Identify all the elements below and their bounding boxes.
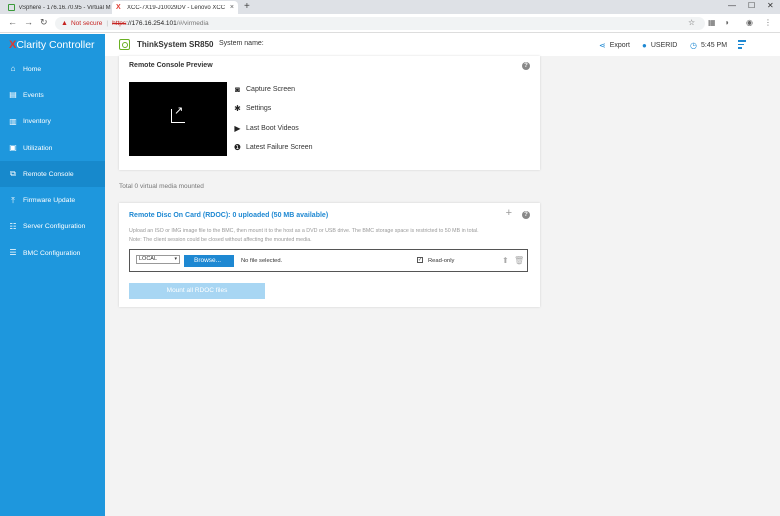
open-external-icon — [171, 104, 185, 123]
console-preview-screen[interactable] — [129, 82, 227, 156]
sidebar: ⌂ Home ▤ Events ▥ Inventory ▣ Utilization ⧉ R… — [0, 56, 105, 516]
clock: ◷ 5:45 PM — [690, 41, 728, 50]
rdoc-card: Remote Disc On Card (RDOC): 0 uploaded (… — [119, 203, 540, 307]
window-close-icon[interactable]: ✕ — [767, 1, 774, 10]
camera-icon: ◙ — [235, 85, 240, 94]
utilization-icon: ▣ — [9, 143, 17, 153]
remote-console-preview-card: Remote Console Preview ? ◙Capture Screen… — [119, 56, 540, 170]
clock-icon: ◷ — [690, 41, 697, 50]
extension-icon[interactable]: ▦ — [708, 18, 716, 27]
remote-console-icon: ⧉ — [10, 169, 16, 179]
share-icon: ⋖ — [599, 41, 606, 50]
sidebar-item-events[interactable]: ▤ Events — [0, 82, 105, 108]
sidebar-item-utilization[interactable]: ▣ Utilization — [0, 135, 105, 161]
sidebar-item-server-configuration[interactable]: ☷ Server Configuration — [0, 214, 105, 240]
lenovo-favicon-icon: X — [116, 4, 121, 11]
system-name-label: System name: — [219, 40, 264, 47]
maximize-icon[interactable]: ☐ — [748, 1, 755, 10]
new-tab-icon[interactable]: + — [244, 1, 250, 12]
user-menu[interactable]: ● USERID — [642, 41, 677, 50]
rdoc-title: Remote Disc On Card (RDOC): 0 uploaded (… — [129, 212, 329, 219]
hamburger-menu-icon[interactable] — [738, 40, 746, 51]
read-only-label: Read-only — [428, 258, 455, 264]
extension-icon[interactable]: ◑ — [724, 18, 729, 27]
home-icon: ⌂ — [10, 64, 16, 74]
sidebar-item-home[interactable]: ⌂ Home — [0, 56, 105, 82]
minimize-icon[interactable]: — — [728, 1, 736, 10]
close-tab-icon[interactable]: × — [230, 4, 234, 11]
product-name: ThinkSystem SR850 — [137, 40, 214, 49]
server-config-icon: ☷ — [9, 221, 17, 231]
browse-button[interactable]: Browse... — [184, 255, 234, 267]
help-icon[interactable]: ? — [522, 211, 530, 219]
latest-failure-screen-button[interactable]: ❶ Latest Failure Screen — [233, 143, 313, 152]
main-content: Remote Console Preview ? ◙Capture Screen… — [105, 56, 780, 516]
capture-screen-button[interactable]: ◙ Capture Screen — [233, 85, 295, 94]
brand-logo[interactable]: X Clarity Controller — [0, 34, 105, 56]
sidebar-item-firmware-update[interactable]: ⤒ Firmware Update — [0, 187, 105, 213]
url-field[interactable]: ▲ Not secure | https ://176.16.254.101 /… — [55, 17, 705, 30]
browser-tab-bar: vSphere - 176.16.70.95 - Virtual M × X X… — [0, 0, 780, 14]
browser-tab-vsphere[interactable]: vSphere - 176.16.70.95 - Virtual M × — [4, 1, 122, 14]
read-only-checkbox[interactable]: ✓ — [417, 257, 423, 263]
gear-icon: ✱ — [234, 104, 241, 113]
upload-icon[interactable]: ⬆ — [502, 256, 509, 265]
sidebar-item-remote-console[interactable]: ⧉ Remote Console — [0, 161, 105, 188]
warning-icon: ▲ — [61, 20, 68, 27]
reload-icon[interactable]: ↻ — [40, 17, 48, 28]
rdoc-description: Upload an ISO or IMG image file to the B… — [129, 228, 479, 243]
vsphere-favicon-icon — [8, 4, 15, 11]
mount-all-rdoc-button[interactable]: Mount all RDOC files — [129, 283, 265, 299]
last-boot-videos-button[interactable]: ▶ Last Boot Videos — [233, 124, 298, 133]
file-upload-row: LOCAL Browse... No file selected. ✓ Read… — [129, 249, 528, 272]
settings-button[interactable]: ✱ Settings — [233, 104, 271, 113]
sidebar-item-inventory[interactable]: ▥ Inventory — [0, 109, 105, 135]
user-icon: ● — [642, 41, 647, 50]
help-icon[interactable]: ? — [522, 62, 530, 70]
profile-icon[interactable]: ◉ — [746, 18, 753, 27]
selected-file-text: No file selected. — [241, 258, 283, 264]
firmware-icon: ⤒ — [11, 195, 15, 205]
events-icon: ▤ — [9, 90, 17, 100]
card-title: Remote Console Preview — [129, 62, 213, 69]
inventory-icon: ▥ — [9, 116, 17, 126]
bookmark-star-icon[interactable]: ☆ — [688, 18, 695, 27]
virtual-media-count: Total 0 virtual media mounted — [119, 183, 204, 190]
browser-tab-xcc[interactable]: X XCC-7X19-J10029DV - Lenovo XCC × — [112, 1, 238, 14]
product-icon — [119, 39, 130, 50]
source-select[interactable]: LOCAL — [136, 255, 180, 264]
add-icon[interactable]: + — [506, 207, 512, 219]
play-icon: ▶ — [234, 124, 241, 133]
export-button[interactable]: ⋖ Export — [599, 41, 630, 50]
bmc-config-icon: ☰ — [9, 248, 17, 258]
back-icon[interactable]: ← — [8, 17, 17, 27]
browser-menu-icon[interactable]: ⋮ — [764, 18, 772, 27]
alert-icon: ❶ — [233, 143, 242, 152]
browser-address-bar: ← → ↻ ▲ Not secure | https ://176.16.254… — [0, 14, 780, 33]
forward-icon[interactable]: → — [24, 17, 33, 27]
sidebar-item-bmc-configuration[interactable]: ☰ BMC Configuration — [0, 240, 105, 266]
trash-icon[interactable]: 🗑 — [514, 256, 524, 265]
